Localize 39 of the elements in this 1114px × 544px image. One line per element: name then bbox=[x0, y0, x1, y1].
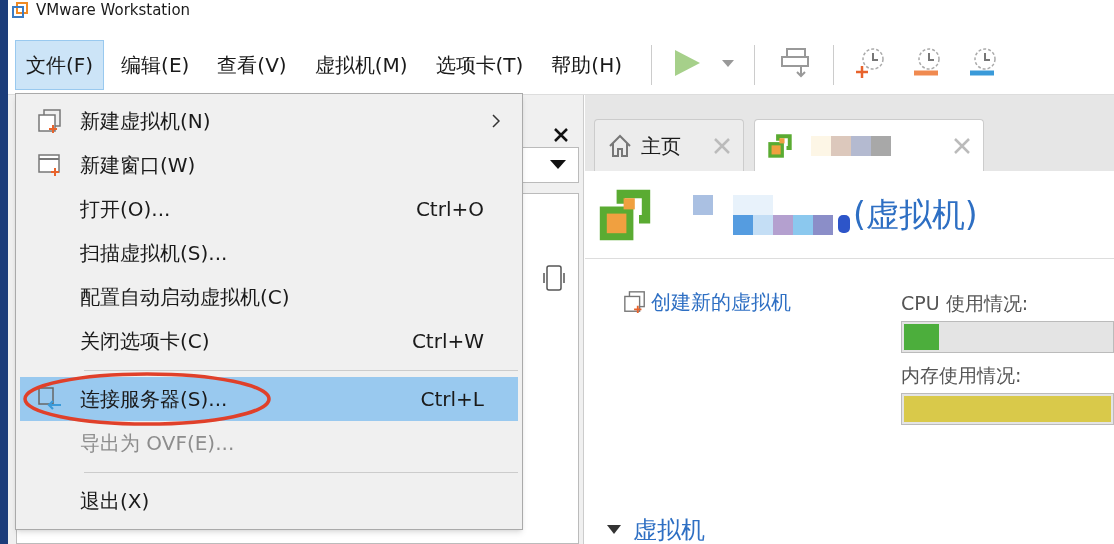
window-title: VMware Workstation bbox=[36, 0, 191, 20]
menu-bar-item[interactable]: 查看(V) bbox=[206, 40, 298, 90]
meter-label: CPU 使用情况: bbox=[901, 291, 1030, 316]
shortcut-label: Ctrl+L bbox=[420, 386, 484, 413]
menu-bar-item[interactable]: 编辑(E) bbox=[110, 40, 201, 90]
create-vm-link[interactable]: 创建新的虚拟机 bbox=[623, 287, 885, 317]
menu-item[interactable]: 新建虚拟机(N) bbox=[20, 99, 518, 143]
play-icon[interactable] bbox=[672, 48, 702, 78]
device-icon[interactable] bbox=[542, 264, 566, 292]
menu-item[interactable]: 配置自动启动虚拟机(C) bbox=[20, 275, 518, 319]
section-header[interactable]: 虚拟机 bbox=[607, 516, 885, 544]
shortcut-label: Ctrl+O bbox=[415, 196, 484, 223]
menu-bar-item[interactable]: 帮助(H) bbox=[540, 40, 633, 90]
menu-bar-item[interactable]: 选项卡(T) bbox=[424, 40, 535, 90]
close-icon[interactable] bbox=[553, 127, 569, 143]
menu-item[interactable]: 新建窗口(W) bbox=[20, 143, 518, 187]
tab[interactable]: 主页 bbox=[594, 119, 744, 171]
tab[interactable] bbox=[754, 119, 984, 171]
menu-bar-item[interactable]: 文件(F) bbox=[15, 40, 105, 90]
app-logo-icon bbox=[12, 2, 28, 18]
close-tab-icon[interactable] bbox=[953, 136, 971, 155]
vm-icon bbox=[767, 132, 793, 159]
menu-item[interactable]: 退出(X) bbox=[20, 479, 518, 523]
dropdown-arrow-icon bbox=[550, 160, 566, 170]
vm-title: (虚拟机) bbox=[853, 193, 978, 236]
home-icon bbox=[607, 132, 633, 159]
new-vm-icon bbox=[37, 108, 63, 134]
new-window-icon bbox=[37, 152, 63, 178]
caret-icon[interactable] bbox=[722, 60, 734, 68]
menu-item[interactable]: 连接服务器(S)... Ctrl+L bbox=[20, 377, 518, 421]
menu-item[interactable]: 打开(O)... Ctrl+O bbox=[20, 187, 518, 231]
meter-label: 内存使用情况: bbox=[901, 363, 1023, 388]
close-tab-icon[interactable] bbox=[713, 136, 731, 155]
menu-item[interactable]: 扫描虚拟机(S)... bbox=[20, 231, 518, 275]
menu-bar-item[interactable]: 虚拟机(M) bbox=[303, 40, 419, 90]
connect-server-icon bbox=[37, 386, 63, 412]
menu-item[interactable]: 关闭选项卡(C) Ctrl+W bbox=[20, 319, 518, 363]
shortcut-label: Ctrl+W bbox=[411, 328, 484, 355]
new-vm-icon bbox=[623, 290, 647, 314]
